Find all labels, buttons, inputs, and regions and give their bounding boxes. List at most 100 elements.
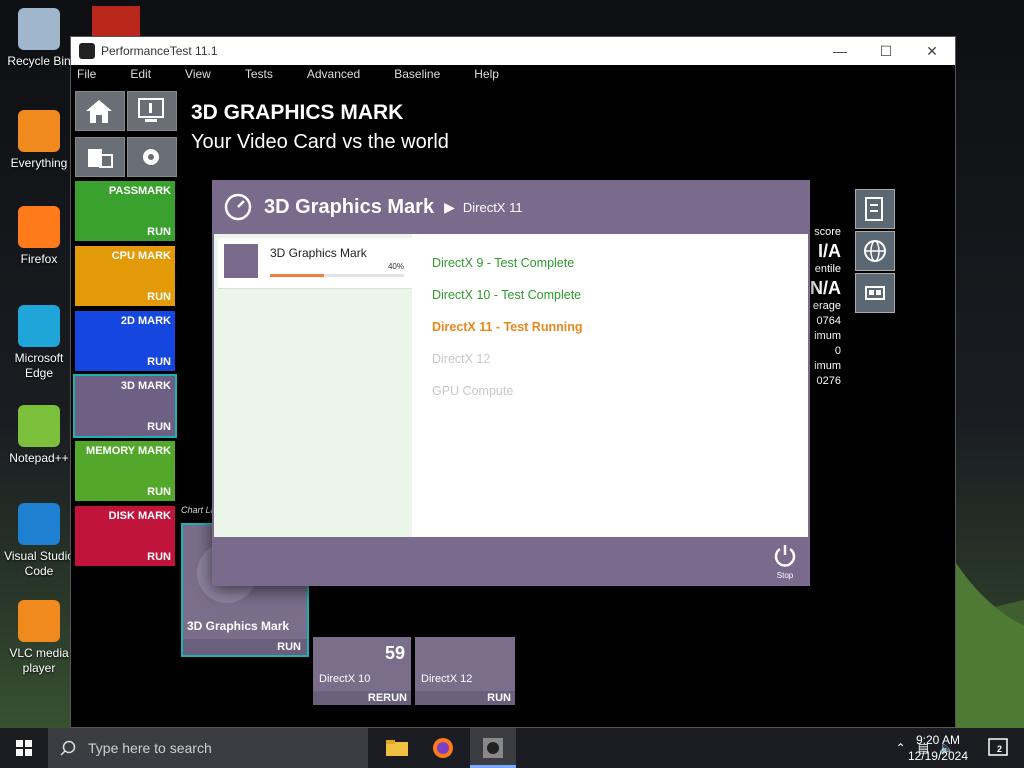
desktop-icon-label: Visual Studio Code [4,549,74,578]
start-button[interactable] [0,728,48,768]
score-label: score [814,226,841,238]
desktop-icon[interactable]: Recycle Bin [4,8,74,69]
sidebar-tile-name: MEMORY MARK [86,445,171,457]
desktop-icon[interactable]: Notepad++ [4,405,74,466]
desktop-icon[interactable]: Everything [4,110,74,171]
progress-percent: 40% [387,262,404,271]
notepadpp-icon [18,405,60,447]
online-compare-button[interactable] [855,231,895,271]
windows-logo-icon [16,740,32,756]
test-queue-pane: 3D Graphics Mark 40% [214,234,412,537]
desktop-icon-label: Everything [10,156,68,170]
minimize-button[interactable]: — [817,43,863,59]
desktop-icon[interactable]: Firefox [4,206,74,267]
sidebar-tile-2d-mark[interactable]: 2D MARK RUN [75,311,175,371]
test-progress-dialog: 3D Graphics Mark ▶ DirectX 11 3D Graphic… [212,180,810,586]
result-tile-label: 3D Graphics Mark [187,619,290,633]
sidebar-tile-name: PASSMARK [108,185,171,197]
folder-icon [386,740,408,756]
taskbar-performancetest[interactable] [470,728,516,768]
notification-center-button[interactable]: 2 [986,736,1010,760]
taskbar-file-explorer[interactable] [374,728,420,768]
firefox-icon [433,738,453,758]
close-button[interactable]: ✕ [909,43,955,60]
directx12-action[interactable]: RUN [415,691,515,705]
vlc-icon [18,600,60,642]
sidebar-tile-run[interactable]: RUN [147,356,171,368]
average-value: 0764 [816,315,841,327]
menu-edit[interactable]: Edit [130,65,151,85]
recycle-bin-icon [18,8,60,50]
sidebar-tile-name: 2D MARK [120,315,171,327]
desktop-icon[interactable]: VLC media player [4,600,74,676]
desktop-app-icon[interactable] [92,6,140,36]
stop-button[interactable]: Stop [772,543,798,580]
performancetest-icon [483,738,503,758]
sidebar-tile-disk-mark[interactable]: DISK MARK RUN [75,506,175,566]
desktop-icon-label: VLC media player [9,646,69,675]
chevron-up-icon[interactable]: ⌃ [896,741,906,755]
power-icon [774,545,796,567]
result-tile-action[interactable]: RUN [183,639,307,655]
menu-advanced[interactable]: Advanced [307,65,360,85]
app-logo-icon [79,43,95,59]
directx10-label: DirectX 10 [319,673,371,685]
taskbar-firefox[interactable] [420,728,466,768]
menu-file[interactable]: File [77,65,96,85]
dialog-title: 3D Graphics Mark [264,195,435,218]
sidebar-tile-3d-mark[interactable]: 3D MARK RUN [73,374,177,438]
sidebar-tile-name: CPU MARK [111,250,171,262]
home-icon [86,100,112,123]
maximum-label: imum [814,360,841,372]
sidebar-tile-run[interactable]: RUN [147,226,171,238]
menu-help[interactable]: Help [474,65,499,85]
sidebar-tile-run[interactable]: RUN [147,421,171,433]
desktop-icon-label: Recycle Bin [7,54,71,68]
report-button[interactable] [855,189,895,229]
home-button[interactable] [75,91,125,131]
taskbar-clock[interactable]: 9:20 AM 12/19/2024 [908,732,968,764]
network-button[interactable] [75,137,125,177]
clock-time: 9:20 AM [915,733,960,747]
menu-bar: File Edit View Tests Advanced Baseline H… [71,65,955,85]
window-title: PerformanceTest 11.1 [101,44,218,58]
speedometer-icon [224,193,252,221]
desktop-icon-label: Firefox [20,252,58,266]
graphics-card-button[interactable] [855,273,895,313]
desktop-icon[interactable]: Visual Studio Code [4,503,74,579]
directx10-action[interactable]: RERUN [313,691,411,705]
menu-view[interactable]: View [185,65,211,85]
taskbar-search[interactable]: Type here to search [48,728,368,768]
gear-icon [143,149,159,165]
dialog-header: 3D Graphics Mark ▶ DirectX 11 [212,180,810,234]
sidebar-tile-run[interactable]: RUN [147,291,171,303]
clock-date: 12/19/2024 [907,749,968,763]
sidebar-tile-cpu-mark[interactable]: CPU MARK RUN [75,246,175,306]
percentile-label: entile [814,263,841,275]
sidebar-tile-run[interactable]: RUN [147,551,171,563]
sidebar-tile-name: DISK MARK [108,510,171,522]
sidebar-tile-passmark[interactable]: PASSMARK RUN [75,181,175,241]
sidebar-tile-memory-mark[interactable]: MEMORY MARK RUN [75,441,175,501]
score-stats: score I/A entile N/A erage 0764 imum 0 i… [810,225,841,389]
result-tile-directx12[interactable]: DirectX 12 RUN [415,637,515,705]
document-icon [865,197,883,221]
settings-button[interactable] [127,137,177,177]
current-test-card: 3D Graphics Mark 40% [218,238,412,289]
system-info-button[interactable] [127,91,177,131]
taskbar: Type here to search ⌃ ▤ 🔈 9:20 AM 12/19/… [0,728,1024,768]
dialog-body: 3D Graphics Mark 40% DirectX 9 - Test Co… [214,234,808,537]
desktop-icon[interactable]: Microsoft Edge [4,305,74,381]
sidebar-tile-name: 3D MARK [120,380,171,392]
average-label: erage [812,300,841,312]
result-tile-directx10[interactable]: 59 DirectX 10 RERUN [313,637,411,705]
monitor-info-icon [138,98,164,122]
notification-count: 2 [997,744,1003,754]
title-bar[interactable]: PerformanceTest 11.1 — ☐ ✕ [71,37,955,65]
search-icon [60,740,76,756]
menu-tests[interactable]: Tests [245,65,273,85]
menu-baseline[interactable]: Baseline [394,65,440,85]
maximize-button[interactable]: ☐ [863,43,909,60]
arrow-right-icon: ▶ [444,198,455,215]
sidebar-tile-run[interactable]: RUN [147,486,171,498]
